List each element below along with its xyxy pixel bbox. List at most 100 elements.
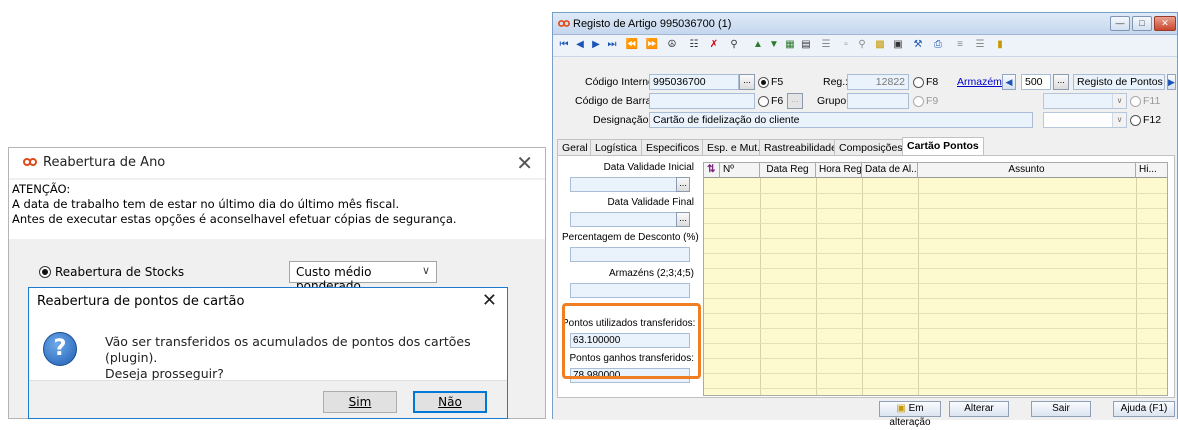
f8-radio[interactable] [913,77,924,88]
chevron-down-icon[interactable]: ∨ [422,264,430,277]
f12-radio[interactable] [1130,115,1141,126]
article-header-fields: Código Interno: 995036700 ... F5 Reg.: 1… [553,57,1177,133]
toolbar: ⏮ ◀ ▶ ⏭ ⏪ ⏩ ☮ ☷ ✗ ⚲ ▲ ▼ ▦ ▤ ☰ ▫ ⚲ ▩ ▣ ⚒ … [553,35,1177,57]
attach-icon[interactable]: ⚲ [855,38,869,52]
button-bar: Sim Não [29,380,507,418]
date-picker-button[interactable]: ... [676,177,690,192]
f11-dropdown[interactable]: ∨ [1043,93,1127,109]
custo-combo[interactable]: Custo médio ponderado ∨ [289,261,437,293]
filter-icon[interactable]: ☰ [973,38,987,52]
tab-composicoes[interactable]: Composições [834,139,908,155]
fast-forward-icon[interactable]: ⏩ [645,38,659,52]
f11-radio[interactable] [1130,96,1141,107]
armazens-input[interactable] [570,283,690,298]
col-hora-reg[interactable]: Hora Reg [816,163,862,178]
alterar-button[interactable]: Alterar [949,401,1009,417]
armazem-next-button[interactable]: ▶ [1167,74,1176,90]
armazem-lookup-button[interactable]: ... [1053,74,1069,90]
first-record-icon[interactable]: ⏮ [557,38,571,52]
lock-icon: ▣ [896,403,906,414]
col-historico[interactable]: Hi... [1136,163,1167,178]
data-validade-inicial-input[interactable] [570,177,690,192]
close-icon[interactable]: ✕ [516,151,533,175]
col-data-alteracao[interactable]: Data de Al... [862,163,918,178]
import-icon[interactable]: ▲ [751,38,765,52]
ajuda-button[interactable]: Ajuda (F1) [1113,401,1175,417]
f6-radio[interactable] [758,96,769,107]
prev-record-icon[interactable]: ◀ [573,38,587,52]
sort-az-icon[interactable]: ⇅ [704,163,720,178]
armazem-link[interactable]: Armazém: [957,76,1005,88]
chevron-down-icon[interactable]: ∨ [1112,94,1126,108]
tab-especificos[interactable]: Especificos [641,139,705,155]
tab-geral[interactable]: Geral [557,139,593,155]
export-icon[interactable]: ▼ [767,38,781,52]
tab-rastreabilidade[interactable]: Rastreabilidade [759,139,842,155]
codigo-barras-lookup-button[interactable]: ... [787,93,803,109]
f12-dropdown[interactable]: ∨ [1043,112,1127,128]
minimize-button[interactable]: — [1110,16,1130,31]
binoculars-icon[interactable]: ☮ [665,38,679,52]
f5-radio[interactable] [758,77,769,88]
confirm-message-box: Reabertura de pontos de cartão ✕ ? Vão s… [28,287,508,419]
col-numero[interactable]: Nº [720,163,760,178]
bookmark-icon[interactable]: ▮ [993,38,1007,52]
sort-icon[interactable]: ≡ [953,38,967,52]
delete-icon[interactable]: ✗ [707,38,721,52]
f5-label: F5 [771,76,784,88]
dialog-title: Reabertura de Ano [43,155,166,170]
app-logo-icon [23,158,37,166]
sair-button[interactable]: Sair [1031,401,1091,417]
next-record-icon[interactable]: ▶ [589,38,603,52]
last-record-icon[interactable]: ⏭ [605,38,619,52]
codigo-barras-input[interactable] [649,93,755,109]
print-icon[interactable]: ⎙ [931,38,945,52]
codigo-lookup-button[interactable]: ... [739,74,755,90]
close-button[interactable]: ✕ [1154,16,1176,31]
close-icon[interactable]: ✕ [482,290,497,311]
document-icon[interactable]: ▣ [891,38,905,52]
chart-icon[interactable]: ▤ [799,38,813,52]
codigo-interno-input[interactable]: 995036700 [649,74,739,90]
grid-col-line [760,178,761,395]
nao-button[interactable]: Não [413,391,487,413]
em-alteracao-button[interactable]: ▣ Em alteração [879,401,941,428]
percentagem-desconto-input[interactable] [570,247,690,262]
search-icon[interactable]: ⚲ [727,38,741,52]
reg-input[interactable]: 12822 [847,74,909,90]
tools-icon[interactable]: ⚒ [911,38,925,52]
armazem-code-input[interactable]: 500 [1021,74,1051,90]
warning-line: A data de trabalho tem de estar no últim… [12,197,400,211]
tab-logistica[interactable]: Logística [590,139,643,155]
grid-row-line [704,238,1167,239]
list-icon[interactable]: ☰ [819,38,833,52]
grid-row-line [704,358,1167,359]
f9-radio[interactable] [913,96,924,107]
f6-label: F6 [771,95,784,107]
col-assunto[interactable]: Assunto [918,163,1136,178]
grupo-input[interactable] [847,93,909,109]
armazem-prev-button[interactable]: ◀ [1002,74,1016,90]
codigo-interno-label: Código Interno: [585,76,657,88]
cartao-pontos-panel: Data Validade Inicial ... Data Validade … [557,155,1175,398]
pontos-grid[interactable]: ⇅ Nº Data Reg Hora Reg Data de Al... Ass… [703,162,1168,396]
maximize-button[interactable]: □ [1132,16,1152,31]
tab-cartao-pontos[interactable]: Cartão Pontos [902,137,984,156]
sim-label: Sim [348,395,372,409]
rewind-icon[interactable]: ⏪ [625,38,639,52]
note-icon[interactable]: ▫ [839,38,853,52]
grid-col-line [862,178,863,395]
radio-button[interactable] [39,266,51,278]
report-icon[interactable]: ▩ [873,38,887,52]
radio-reabertura-stocks[interactable]: Reabertura de Stocks [39,265,184,279]
designacao-input[interactable]: Cartão de fidelização do cliente [649,112,1033,128]
chevron-down-icon[interactable]: ∨ [1112,113,1126,127]
col-data-reg[interactable]: Data Reg [760,163,816,178]
date-picker-button[interactable]: ... [676,212,690,227]
data-validade-final-input[interactable] [570,212,690,227]
spreadsheet-icon[interactable]: ▦ [783,38,797,52]
tree-icon[interactable]: ☷ [687,38,701,52]
sim-button[interactable]: Sim [323,391,397,413]
armazem-name-input[interactable]: Registo de Pontos [1073,74,1165,90]
tab-esp-mut[interactable]: Esp. e Mut. [702,139,766,155]
